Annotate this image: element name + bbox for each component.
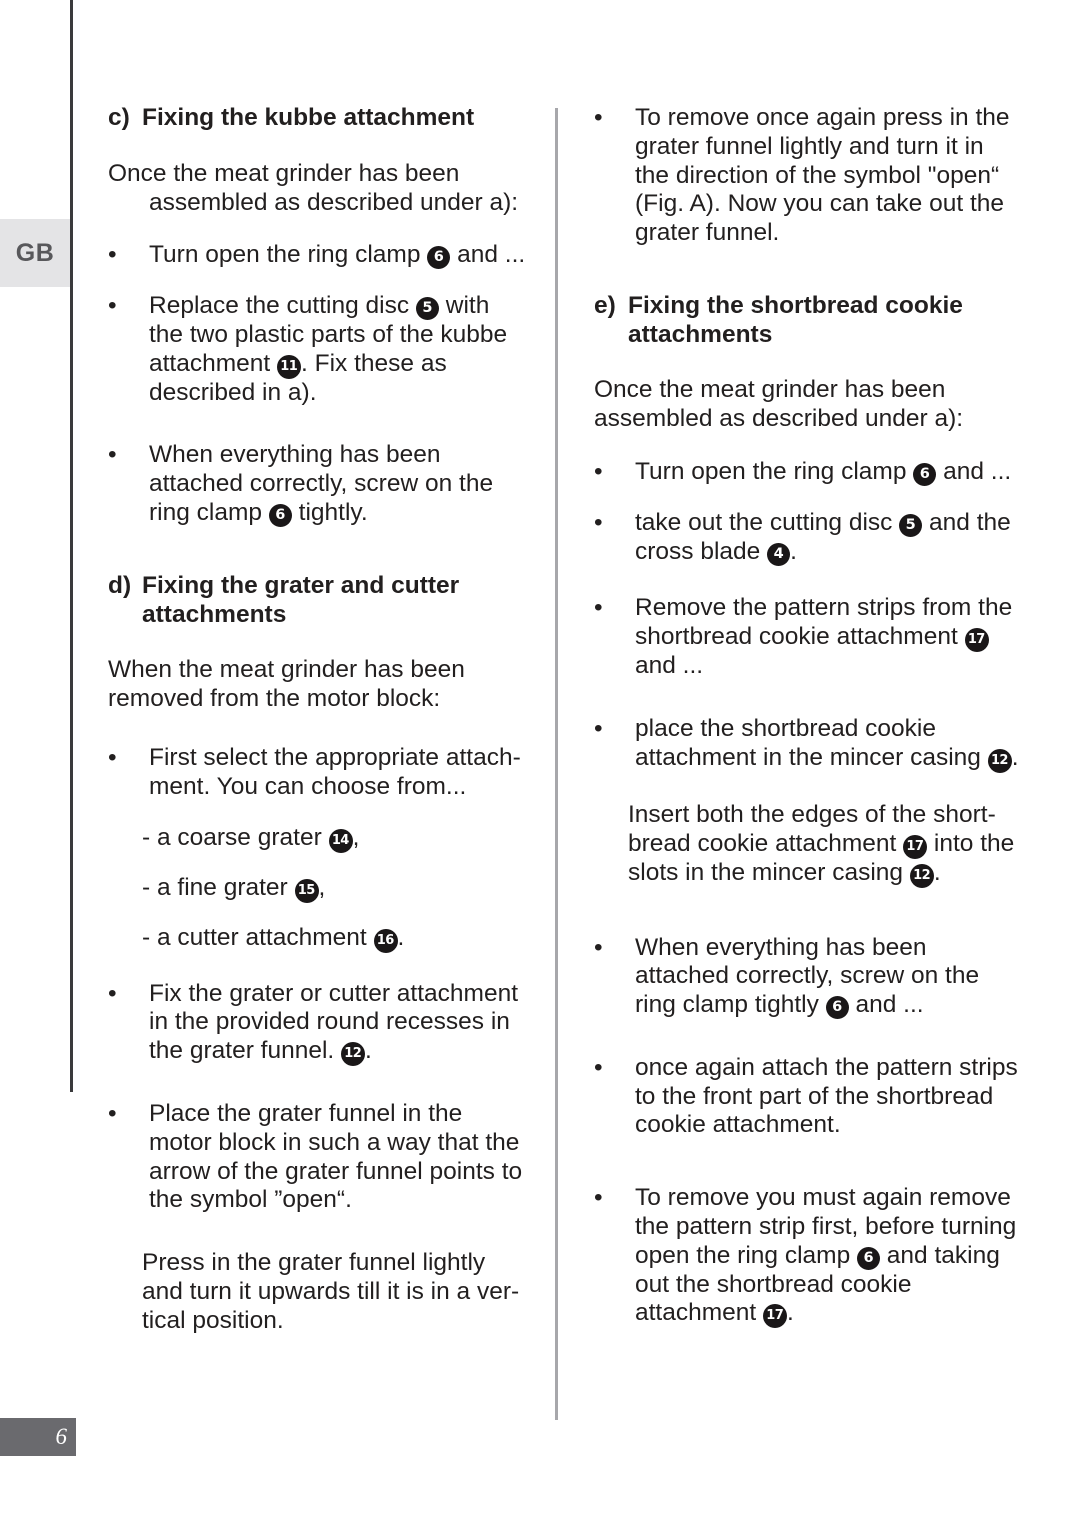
bullet-dot-icon: • — [108, 241, 117, 269]
list-item: • Remove the pattern strips from the sho… — [594, 594, 1022, 681]
insert-paragraph-e: Insert both the edges of the short­bread… — [628, 800, 1015, 888]
part-number-badge-17: 17 — [763, 1304, 788, 1329]
list-item-text: Remove the pattern strips from the short… — [635, 594, 1013, 680]
list-item: • Turn open the ring clamp 6 and ... — [594, 458, 1022, 487]
list-item-text: When everything has been attached correc… — [635, 933, 980, 1020]
bullet-dot-icon: • — [594, 933, 603, 961]
intro-paragraph-d: When the meat grinder has been removed f… — [108, 656, 465, 713]
language-tab-label: GB — [15, 238, 55, 267]
part-number-badge-5: 5 — [899, 513, 923, 537]
list-item: • once again attach the pattern strips t… — [594, 1054, 1022, 1140]
list-item: • First select the appropriate attach­me… — [108, 744, 528, 802]
bullet-dot-icon: • — [594, 1053, 603, 1081]
list-item: • Fix the grater or cutter attachment in… — [108, 980, 528, 1067]
list-item-text: To remove you must again remove the patt… — [635, 1184, 1017, 1329]
bullet-dot-icon: • — [594, 714, 603, 742]
list-item: • take out the cutting disc 5 and the cr… — [594, 509, 1022, 567]
heading-text-d: Fixing the grater and cutter attachments — [142, 571, 460, 628]
heading-text-e: Fixing the shortbread cookie attachments — [628, 291, 963, 348]
dash-list-item: - a cutter attachment 16. — [142, 923, 405, 953]
left-vertical-rule — [70, 0, 73, 1092]
list-item: • When everything has been attached corr… — [108, 441, 528, 528]
bullet-dot-icon: • — [108, 1100, 117, 1128]
part-number-badge-15: 15 — [294, 878, 319, 903]
bullet-dot-icon: • — [108, 979, 117, 1007]
intro-paragraph-c: Once the meat grinder has been assembled… — [108, 159, 519, 216]
heading-section-d: d) Fixing the grater and cutter attachme… — [108, 572, 528, 630]
heading-marker-e: e) — [594, 291, 616, 319]
heading-section-e: e) Fixing the shortbread cookie attachme… — [594, 292, 1022, 350]
bullet-dot-icon: • — [108, 292, 117, 320]
list-item-text: once again attach the pattern strips to … — [635, 1053, 1018, 1139]
part-number-badge-6: 6 — [427, 246, 451, 270]
part-number-badge-12: 12 — [909, 863, 934, 888]
heading-section-c: c) Fixing the kubbe attachment — [108, 104, 528, 133]
list-item-text: Replace the cutting disc 5 with the two … — [149, 292, 508, 406]
part-number-badge-6: 6 — [825, 996, 849, 1020]
list-item: • When everything has been attached corr… — [594, 934, 1022, 1020]
list-item-text: To remove once again press in the grater… — [635, 104, 1010, 247]
bullet-dot-icon: • — [108, 441, 117, 469]
dash-list-item: - a fine grater 15, — [142, 873, 326, 903]
list-item-text: Turn open the ring clamp 6 and ... — [149, 241, 526, 270]
part-number-badge-12: 12 — [341, 1042, 366, 1067]
bullet-dot-icon: • — [594, 104, 603, 131]
heading-marker-d: d) — [108, 571, 132, 599]
heading-marker-c: c) — [108, 104, 130, 131]
bullet-dot-icon: • — [594, 1184, 603, 1212]
page-number-box: 6 — [0, 1418, 76, 1456]
part-number-badge-17: 17 — [903, 834, 928, 859]
part-number-badge-6: 6 — [268, 504, 292, 528]
bullet-dot-icon: • — [594, 508, 603, 536]
right-column: • To remove once again press in the grat… — [594, 104, 1022, 1350]
list-item-text: Fix the grater or cutter attachment in t… — [149, 979, 519, 1067]
part-number-badge-16: 16 — [373, 928, 398, 953]
dash-list-item: - a coarse grater 14, — [142, 823, 360, 853]
intro-paragraph-e: Once the meat grinder has been assembled… — [594, 376, 964, 433]
part-number-badge-11: 11 — [277, 354, 302, 379]
heading-text-c: Fixing the kubbe attachment — [142, 104, 475, 131]
part-number-badge-12: 12 — [987, 748, 1012, 773]
column-divider-rule — [555, 108, 558, 1420]
part-number-badge-4: 4 — [767, 542, 791, 566]
bullet-dot-icon: • — [594, 594, 603, 622]
list-item-text: place the shortbread cookie attachment i… — [635, 714, 1019, 773]
list-item: • To remove you must again remove the pa… — [594, 1184, 1022, 1329]
list-item-text: Place the grater funnel in the motor blo… — [149, 1100, 523, 1214]
list-item: • Turn open the ring clamp 6 and ... — [108, 241, 528, 270]
bullet-dot-icon: • — [594, 458, 603, 486]
list-item: • Place the grater funnel in the motor b… — [108, 1100, 528, 1215]
list-item-text: Turn open the ring clamp 6 and ... — [635, 458, 1012, 487]
list-item: • Replace the cutting disc 5 with the tw… — [108, 292, 528, 407]
list-item-text: take out the cutting disc 5 and the cros… — [635, 508, 1011, 566]
list-item: • To remove once again press in the grat… — [594, 104, 1022, 248]
language-tab-gb: GB — [0, 219, 70, 287]
page-number-label: 6 — [55, 1424, 68, 1449]
part-number-badge-6: 6 — [913, 463, 937, 487]
part-number-badge-6: 6 — [857, 1246, 880, 1270]
part-number-badge-5: 5 — [415, 297, 439, 321]
bullet-dot-icon: • — [108, 743, 117, 771]
list-item-text: First select the appropriate attach­ment… — [149, 743, 521, 800]
part-number-badge-14: 14 — [328, 828, 353, 853]
part-number-badge-17: 17 — [964, 628, 989, 653]
left-column: c) Fixing the kubbe attachment Once the … — [108, 104, 528, 1360]
closing-paragraph-d: Press in the grater funnel lightly and t… — [142, 1249, 520, 1334]
list-item: • place the shortbread cookie attachment… — [594, 715, 1022, 773]
list-item-text: When everything has been attached correc… — [149, 441, 494, 528]
